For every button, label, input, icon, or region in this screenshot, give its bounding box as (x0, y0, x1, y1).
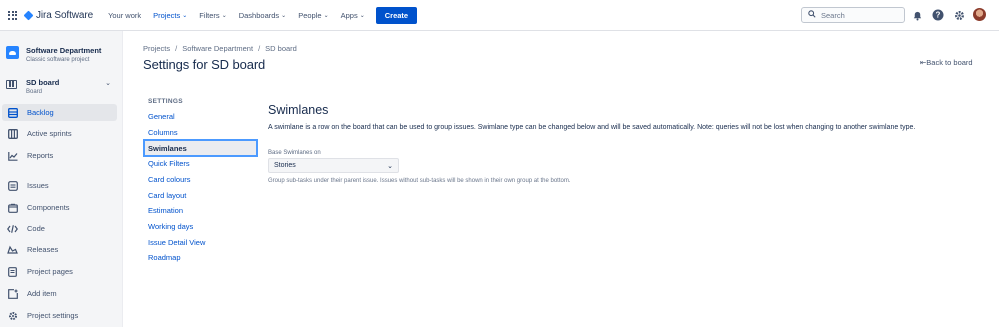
breadcrumb-projects[interactable]: Projects (143, 44, 170, 53)
settings-button[interactable] (952, 8, 966, 22)
sidebar-item-add-item[interactable]: Add item (2, 285, 117, 302)
breadcrumb-board[interactable]: SD board (265, 44, 297, 53)
project-type: Classic software project (26, 57, 90, 63)
settings-heading: SETTINGS (148, 98, 183, 105)
settings-item-general[interactable]: General (143, 109, 258, 124)
sidebar-item-label: Backlog (27, 108, 54, 117)
sidebar-item-active-sprints[interactable]: Active sprints (2, 125, 117, 142)
sidebar-item-label: Components (27, 203, 70, 212)
base-swimlanes-label: Base Swimlanes on (268, 150, 321, 156)
sidebar-item-project-pages[interactable]: Project pages (2, 263, 117, 280)
chevron-down-icon: ⌄ (359, 12, 365, 19)
nav-dashboards[interactable]: Dashboards ⌄ (239, 11, 286, 20)
chevron-down-icon: ⌄ (323, 12, 329, 19)
sidebar-item-reports[interactable]: Reports (2, 147, 117, 164)
backlog-icon (7, 107, 18, 118)
settings-item-issue-detail-view[interactable]: Issue Detail View (143, 235, 258, 250)
add-item-icon (7, 288, 18, 299)
nav-filters[interactable]: Filters ⌄ (199, 11, 226, 20)
components-icon (7, 202, 18, 213)
help-icon: ? (931, 8, 945, 22)
project-header[interactable]: Software Department Classic software pro… (6, 46, 101, 63)
product-name: Jira Software (36, 9, 94, 21)
nav-your-work[interactable]: Your work (108, 11, 141, 20)
breadcrumb-project[interactable]: Software Department (182, 44, 253, 53)
sidebar-item-label: Active sprints (27, 129, 72, 138)
settings-item-card-colours[interactable]: Card colours (143, 172, 258, 187)
svg-text:?: ? (936, 11, 941, 20)
sidebar-item-label: Code (27, 224, 45, 233)
settings-item-working-days[interactable]: Working days (143, 219, 258, 234)
chevron-down-icon: ⌄ (105, 80, 111, 87)
project-name: Software Department (26, 46, 102, 55)
settings-item-quick-filters[interactable]: Quick Filters (143, 156, 258, 171)
nav-apps[interactable]: Apps ⌄ (341, 11, 365, 20)
sidebar-item-label: Add item (27, 289, 57, 298)
notifications-icon (910, 8, 924, 22)
board-icon (6, 80, 17, 89)
sidebar-item-label: Project settings (27, 311, 79, 320)
sidebar-item-backlog[interactable]: Backlog (2, 104, 117, 121)
board-type: Board (26, 89, 43, 95)
breadcrumb: Projects / Software Department / SD boar… (143, 44, 297, 53)
reports-icon (7, 150, 18, 161)
sidebar-item-project-settings[interactable]: Project settings (2, 307, 117, 324)
issues-icon (7, 180, 18, 191)
swimlane-help-text: Group sub-tasks under their parent issue… (268, 178, 571, 184)
settings-item-roadmap[interactable]: Roadmap (143, 250, 258, 265)
jira-logo[interactable]: Jira Software (24, 10, 93, 21)
notifications-button[interactable] (910, 8, 924, 22)
back-to-board-link[interactable]: ⇤Back to board (920, 58, 973, 67)
board-selector[interactable]: SD board Board ⌄ (6, 78, 115, 95)
help-button[interactable]: ? (931, 8, 945, 22)
jira-logo-icon (24, 11, 33, 20)
project-pages-icon (7, 266, 18, 277)
sidebar-item-label: Project pages (27, 267, 73, 276)
chevron-down-icon: ⌄ (387, 162, 393, 170)
section-description: A swimlane is a row on the board that ca… (268, 124, 916, 131)
sidebar-item-label: Reports (27, 151, 54, 160)
sidebar-item-label: Releases (27, 245, 59, 254)
gear-icon (952, 8, 966, 22)
app-switcher-icon[interactable] (8, 10, 17, 20)
chevron-down-icon: ⌄ (182, 12, 188, 19)
create-button[interactable]: Create (375, 6, 418, 24)
section-title: Swimlanes (268, 103, 329, 117)
avatar (973, 8, 986, 21)
sidebar-item-code[interactable]: Code (2, 220, 117, 237)
search-box[interactable] (801, 7, 905, 23)
settings-item-swimlanes[interactable]: Swimlanes (143, 139, 258, 157)
releases-icon (7, 244, 18, 255)
chevron-down-icon: ⌄ (281, 12, 287, 19)
search-icon (808, 10, 816, 20)
sidebar-item-components[interactable]: Components (2, 199, 117, 216)
select-value: Stories (274, 162, 296, 169)
sidebar-item-label: Issues (27, 181, 49, 190)
top-navigation: Jira Software Your work Projects ⌄ Filter… (0, 0, 999, 31)
search-input[interactable] (821, 10, 901, 20)
settings-item-estimation[interactable]: Estimation (143, 203, 258, 218)
project-avatar-icon (6, 46, 19, 59)
chevron-down-icon: ⌄ (221, 12, 227, 19)
settings-item-card-layout[interactable]: Card layout (143, 188, 258, 203)
base-swimlanes-select[interactable]: Stories ⌄ (268, 158, 399, 173)
settings-item-columns[interactable]: Columns (143, 125, 258, 140)
profile-button[interactable] (973, 8, 986, 21)
active-sprints-icon (7, 128, 18, 139)
nav-projects[interactable]: Projects ⌄ (153, 11, 187, 20)
page-title: Settings for SD board (143, 57, 266, 72)
sidebar-item-issues[interactable]: Issues (2, 177, 117, 194)
project-sidebar: Software Department Classic software pro… (0, 31, 123, 327)
sidebar-item-releases[interactable]: Releases (2, 241, 117, 258)
nav-people[interactable]: People ⌄ (298, 11, 328, 20)
gear-icon (7, 310, 18, 321)
code-icon (7, 223, 18, 234)
board-name: SD board (26, 78, 60, 87)
